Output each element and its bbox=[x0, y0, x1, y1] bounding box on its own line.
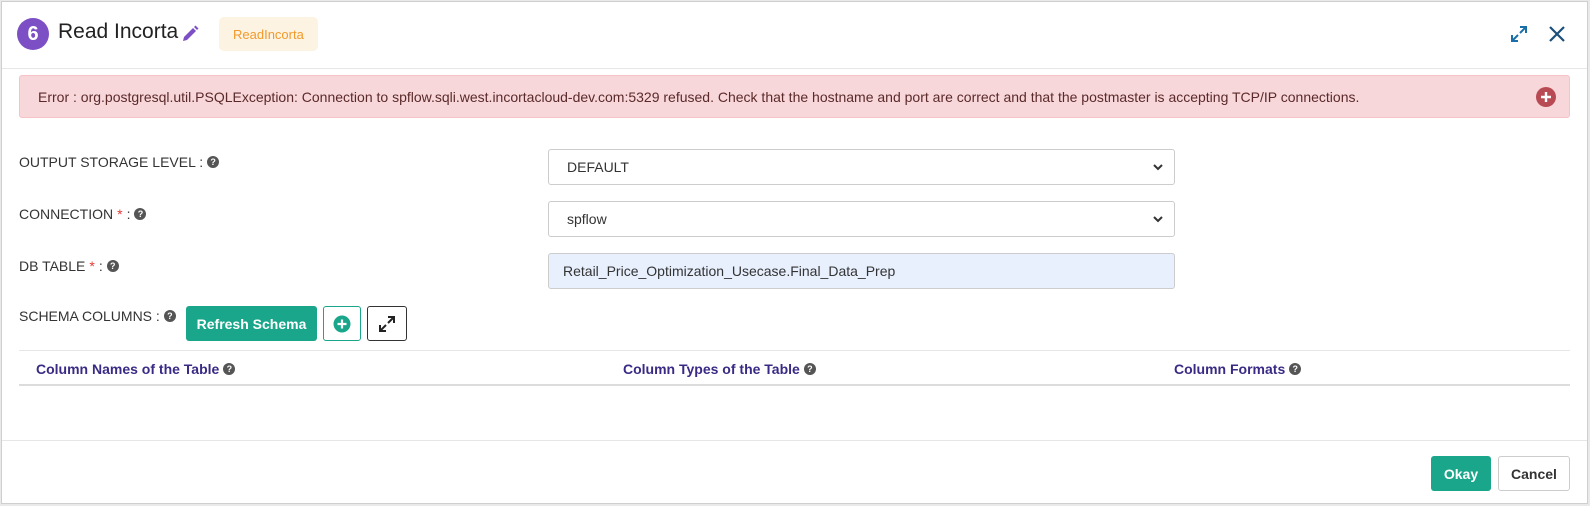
plus-circle-icon[interactable] bbox=[1535, 86, 1557, 108]
plus-circle-icon bbox=[333, 315, 351, 332]
output-storage-level-label-text: OUTPUT STORAGE LEVEL : bbox=[19, 154, 204, 170]
required-marker: * bbox=[117, 206, 123, 222]
expand-schema-button[interactable] bbox=[367, 306, 407, 341]
label-colon: : bbox=[126, 206, 131, 222]
expand-icon[interactable] bbox=[1509, 24, 1529, 44]
required-marker: * bbox=[89, 258, 95, 274]
schema-columns-label-text: SCHEMA COLUMNS : bbox=[19, 308, 160, 324]
db-table-label: DB TABLE * : ? bbox=[19, 258, 119, 274]
error-banner: Error : org.postgresql.util.PSQLExceptio… bbox=[19, 75, 1570, 118]
node-type-tag: ReadIncorta bbox=[219, 17, 318, 51]
dialog-footer: Okay Cancel bbox=[2, 440, 1587, 503]
output-storage-level-label: OUTPUT STORAGE LEVEL : ? bbox=[19, 154, 220, 170]
okay-button[interactable]: Okay bbox=[1431, 456, 1491, 491]
help-icon[interactable]: ? bbox=[1289, 363, 1302, 375]
add-column-button[interactable] bbox=[323, 306, 361, 341]
read-incorta-dialog: 6 Read Incorta ReadIncorta Error : org.p… bbox=[1, 1, 1588, 504]
column-header-names: Column Names of the Table ? bbox=[36, 361, 236, 377]
dialog-header: 6 Read Incorta ReadIncorta bbox=[2, 2, 1587, 69]
close-icon[interactable] bbox=[1546, 23, 1568, 45]
column-header-formats: Column Formats ? bbox=[1174, 361, 1302, 377]
output-storage-level-value: DEFAULT bbox=[567, 159, 629, 175]
expand-arrows-icon bbox=[379, 315, 395, 332]
connection-label-text: CONNECTION bbox=[19, 206, 114, 222]
label-colon: : bbox=[98, 258, 103, 274]
help-icon[interactable]: ? bbox=[106, 260, 119, 272]
error-message: Error : org.postgresql.util.PSQLExceptio… bbox=[38, 88, 1360, 105]
chevron-down-icon bbox=[1153, 216, 1163, 223]
step-number-badge: 6 bbox=[17, 18, 49, 50]
help-icon[interactable]: ? bbox=[803, 363, 816, 375]
connection-value: spflow bbox=[567, 211, 607, 227]
column-header-label: Column Formats bbox=[1174, 361, 1286, 377]
output-storage-level-select[interactable]: DEFAULT bbox=[548, 149, 1175, 185]
db-table-label-text: DB TABLE bbox=[19, 258, 86, 274]
connection-select[interactable]: spflow bbox=[548, 201, 1175, 237]
cancel-button[interactable]: Cancel bbox=[1498, 456, 1570, 491]
db-table-input[interactable]: Retail_Price_Optimization_Usecase.Final_… bbox=[548, 253, 1175, 289]
column-header-label: Column Types of the Table bbox=[623, 361, 800, 377]
help-icon[interactable]: ? bbox=[207, 156, 220, 168]
column-header-types: Column Types of the Table ? bbox=[623, 361, 816, 377]
help-icon[interactable]: ? bbox=[134, 208, 147, 220]
help-icon[interactable]: ? bbox=[163, 310, 176, 322]
chevron-down-icon bbox=[1153, 164, 1163, 171]
refresh-schema-button[interactable]: Refresh Schema bbox=[186, 306, 317, 341]
schema-columns-label: SCHEMA COLUMNS : ? bbox=[19, 308, 176, 324]
pencil-icon[interactable] bbox=[180, 24, 200, 44]
dialog-title: Read Incorta bbox=[58, 20, 179, 43]
help-icon[interactable]: ? bbox=[223, 363, 236, 375]
column-header-label: Column Names of the Table bbox=[36, 361, 220, 377]
connection-label: CONNECTION * : ? bbox=[19, 206, 147, 222]
schema-table-header: Column Names of the Table ? Column Types… bbox=[19, 350, 1570, 386]
db-table-value: Retail_Price_Optimization_Usecase.Final_… bbox=[563, 263, 896, 279]
